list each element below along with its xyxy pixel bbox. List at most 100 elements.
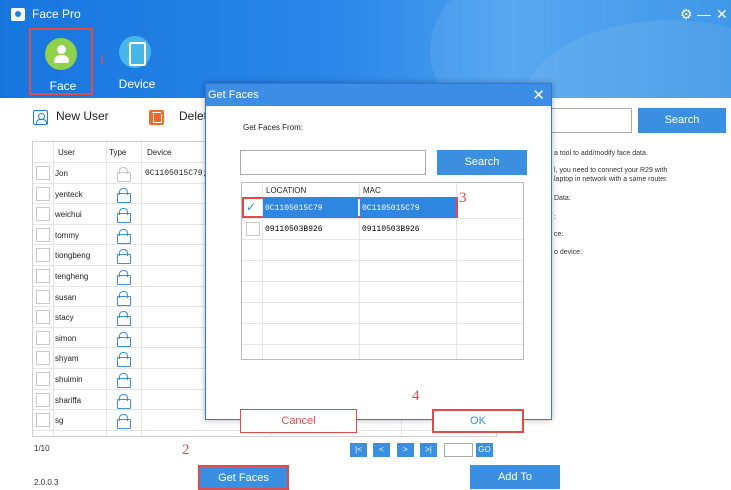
user-name-cell: stacy <box>55 313 74 323</box>
dialog-title-bar: Get Faces ✕ <box>206 84 551 106</box>
new-user-icon[interactable] <box>33 110 48 125</box>
nav-device-label: Device <box>118 77 156 91</box>
face-icon <box>45 38 77 70</box>
annotation-2: 2 <box>182 442 190 458</box>
user-name-cell: shyam <box>55 354 79 364</box>
nav-face-label: Face <box>49 79 77 93</box>
row-checkbox[interactable] <box>36 372 50 386</box>
settings-icon[interactable]: ⚙ <box>680 6 693 22</box>
header-user: User <box>58 148 75 157</box>
row-checkbox[interactable] <box>36 227 50 242</box>
row-checkbox[interactable] <box>36 330 50 345</box>
first-page-button[interactable]: |< <box>350 443 367 457</box>
lock-icon <box>117 270 131 285</box>
user-name-cell: sg <box>55 416 64 426</box>
info-text-2: l, you need to connect your R29 with <box>554 167 668 174</box>
ok-button[interactable]: OK <box>432 409 524 433</box>
app-logo-icon <box>11 8 25 21</box>
row-checkbox[interactable] <box>36 392 50 407</box>
lock-icon <box>117 187 131 203</box>
nav-face-button[interactable]: Face <box>29 28 93 95</box>
mac-cell: 0C1105015C79 <box>360 198 456 219</box>
lock-icon <box>117 331 131 347</box>
lock-icon <box>117 228 131 244</box>
row-checkbox[interactable] <box>36 289 50 304</box>
device-row-empty <box>242 344 523 359</box>
device-row[interactable]: 09110503B926 09110503B926 <box>242 218 523 239</box>
info-text-4: Data: <box>554 195 571 202</box>
header-type: Type <box>109 148 127 157</box>
row-checkbox[interactable] <box>36 166 50 180</box>
user-name-cell: tengheng <box>55 272 89 281</box>
get-faces-dialog: Get Faces ✕ Get Faces From: Search LOCAT… <box>205 83 552 433</box>
prev-page-button[interactable]: < <box>373 443 390 457</box>
new-user-button[interactable]: New User <box>56 109 109 127</box>
get-faces-button[interactable]: Get Faces <box>198 465 289 490</box>
header-location: LOCATION <box>266 186 307 195</box>
get-faces-from-label: Get Faces From: <box>243 123 304 132</box>
device-checkbox[interactable] <box>246 222 260 236</box>
row-checkbox[interactable] <box>36 413 50 428</box>
annotation-3: 3 <box>459 190 467 206</box>
close-window-button[interactable]: ✕ <box>716 6 728 22</box>
app-title: Face Pro <box>32 7 81 21</box>
device-row-empty <box>242 260 523 281</box>
user-name-cell: Jon <box>55 169 68 178</box>
device-row[interactable]: ✓ 0C1105015C79 0C1105015C79 <box>242 197 458 219</box>
dialog-search-button[interactable]: Search <box>437 150 527 175</box>
page-number-input[interactable] <box>444 443 473 457</box>
lock-icon <box>117 208 131 224</box>
row-checkbox[interactable] <box>36 186 50 201</box>
next-page-button[interactable]: > <box>397 443 414 457</box>
info-text-1: a tool to add/modify face data. <box>554 150 648 157</box>
device-row-empty <box>242 302 523 323</box>
lock-icon <box>117 167 131 182</box>
device-row-empty <box>242 281 523 302</box>
user-name-cell: yenteck <box>55 189 83 199</box>
minimize-button[interactable]: — <box>697 6 711 22</box>
checked-checkbox-icon[interactable]: ✓ <box>246 200 256 214</box>
row-checkbox[interactable] <box>36 248 50 263</box>
app-window: Face Pro ⚙ — ✕ Face 1 Device New User De… <box>0 0 731 490</box>
lock-icon <box>117 290 131 306</box>
info-text-6: ce: <box>554 231 564 238</box>
lock-icon <box>117 249 131 265</box>
lock-icon <box>117 311 131 327</box>
cancel-button[interactable]: Cancel <box>240 409 357 433</box>
go-button[interactable]: GO <box>476 443 493 457</box>
dialog-search-input[interactable] <box>240 150 426 175</box>
row-checkbox[interactable] <box>36 269 50 283</box>
user-name-cell: weichui <box>55 210 82 220</box>
trash-icon[interactable] <box>149 110 164 125</box>
lock-icon <box>117 373 131 388</box>
row-checkbox[interactable] <box>36 351 50 366</box>
mac-cell: 09110503B926 <box>362 225 420 234</box>
user-name-cell: shariffa <box>55 395 82 405</box>
location-cell: 0C1105015C79 <box>263 198 358 219</box>
annotation-4: 4 <box>412 388 420 404</box>
right-search-input[interactable] <box>549 108 632 133</box>
nav-device-button[interactable]: Device <box>105 28 169 95</box>
add-to-button[interactable]: Add To <box>470 465 560 489</box>
info-text-3: laptop in network with a same router. <box>554 176 669 183</box>
user-name-cell: tiongbeng <box>55 251 91 261</box>
lock-icon <box>117 414 131 430</box>
right-search-button[interactable]: Search <box>638 108 726 133</box>
header-mac: MAC <box>363 186 381 195</box>
header-device: Device <box>147 148 172 157</box>
device-row-empty <box>242 323 523 344</box>
info-text-7: o device: <box>554 249 583 256</box>
user-name-cell: simon <box>55 333 77 343</box>
version-label: 2.0.0.3 <box>34 478 59 487</box>
device-icon <box>119 36 151 68</box>
lock-icon <box>117 393 131 409</box>
info-text-5: : <box>554 214 556 221</box>
device-table: LOCATION MAC ✓ 0C1105015C79 0C1105015C79 09… <box>241 182 524 360</box>
dialog-title: Get Faces <box>208 89 259 101</box>
row-checkbox[interactable] <box>36 207 50 222</box>
dialog-close-icon[interactable]: ✕ <box>532 86 545 104</box>
row-checkbox[interactable] <box>36 310 50 325</box>
last-page-button[interactable]: >| <box>420 443 437 457</box>
dialog-body: Get Faces From: Search LOCATION MAC ✓ 0C1… <box>206 106 551 433</box>
user-name-cell: tommy <box>55 230 79 240</box>
